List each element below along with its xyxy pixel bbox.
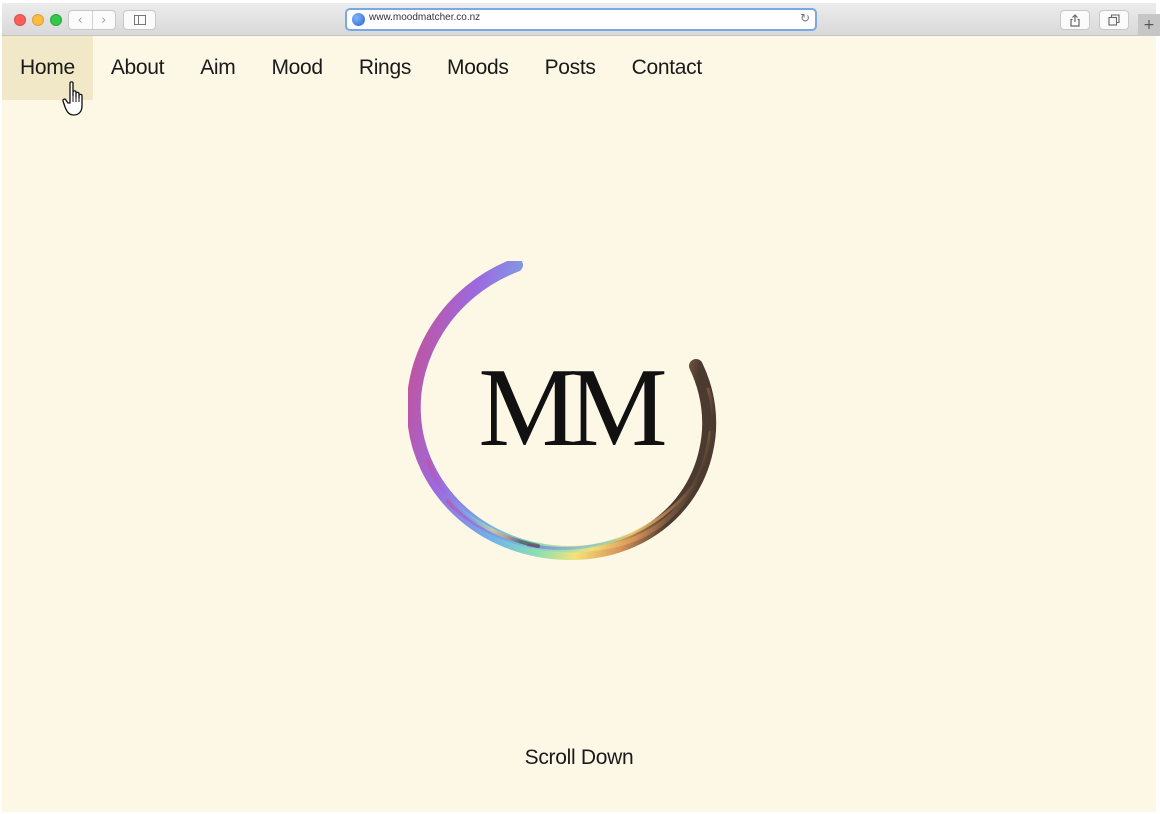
browser-toolbar: ‹ › www.moodmatcher.co.nz ↻ +: [2, 3, 1160, 36]
nav-moods[interactable]: Moods: [429, 36, 527, 100]
reload-icon[interactable]: ↻: [800, 11, 810, 25]
history-nav-group: ‹ ›: [68, 10, 116, 30]
tabs-overview-icon: [1108, 14, 1120, 26]
address-bar[interactable]: www.moodmatcher.co.nz ↻: [345, 8, 817, 31]
chevron-left-icon[interactable]: ‹: [69, 11, 93, 29]
nav-posts[interactable]: Posts: [527, 36, 614, 100]
logo-monogram: MM: [478, 346, 665, 470]
nav-rings[interactable]: Rings: [341, 36, 429, 100]
hand-pointer-icon: [62, 81, 83, 116]
nav-about[interactable]: About: [93, 36, 182, 100]
page-body: Home About Aim Mood Rings Moods Posts Co…: [2, 36, 1156, 812]
nav-aim[interactable]: Aim: [182, 36, 253, 100]
close-window-button[interactable]: [14, 14, 26, 26]
share-icon: [1070, 13, 1080, 27]
maximize-window-button[interactable]: [50, 14, 62, 26]
main-navigation: Home About Aim Mood Rings Moods Posts Co…: [2, 36, 720, 100]
plus-icon[interactable]: +: [1138, 14, 1160, 36]
sidebar-icon: [134, 15, 146, 25]
share-button[interactable]: [1060, 10, 1090, 30]
scroll-down-link[interactable]: Scroll Down: [2, 746, 1156, 770]
minimize-window-button[interactable]: [32, 14, 44, 26]
sidebar-toggle-button[interactable]: [123, 10, 156, 30]
moodmatcher-logo: MM: [408, 261, 717, 561]
chevron-right-icon[interactable]: ›: [93, 11, 116, 29]
nav-mood[interactable]: Mood: [253, 36, 340, 100]
tabs-overview-button[interactable]: [1099, 10, 1129, 30]
nav-contact[interactable]: Contact: [614, 36, 720, 100]
url-text[interactable]: www.moodmatcher.co.nz: [369, 12, 480, 23]
globe-icon: [352, 13, 365, 26]
